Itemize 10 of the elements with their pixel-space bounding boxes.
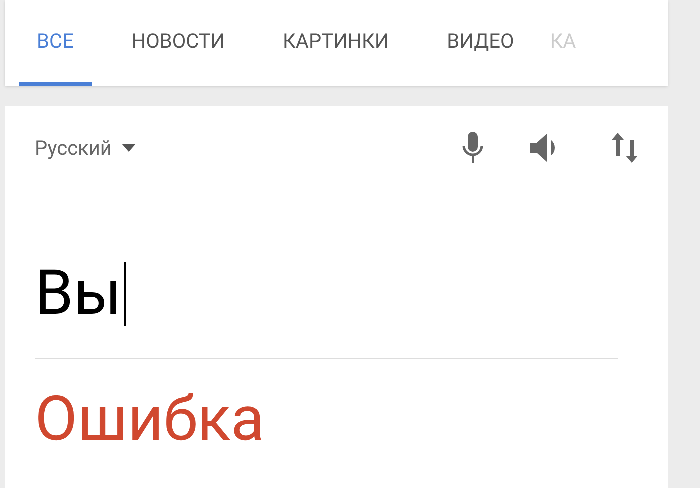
tab[interactable]: КАРТИНКИ: [265, 0, 408, 86]
input-field[interactable]: Вы: [35, 262, 126, 326]
swap-icon[interactable]: [612, 133, 638, 163]
caret-icon: [122, 144, 136, 152]
microphone-icon[interactable]: [462, 132, 484, 164]
tab[interactable]: ВСЕ: [19, 0, 92, 86]
translation-result: Ошибка: [35, 382, 265, 451]
tab[interactable]: НОВОСТИ: [114, 0, 244, 86]
language-selector[interactable]: Русский: [35, 133, 136, 163]
tab[interactable]: ВИДЕО: [429, 0, 532, 86]
